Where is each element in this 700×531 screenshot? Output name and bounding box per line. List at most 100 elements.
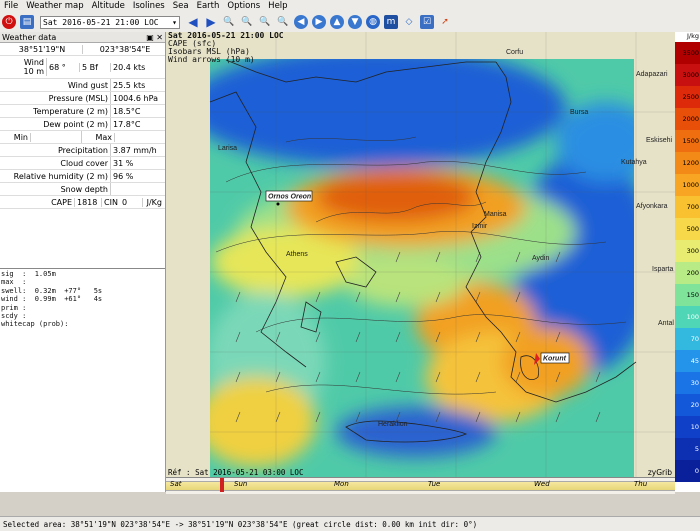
cape-value: 1818 [75, 197, 102, 207]
colorbar-segment: 100 [675, 306, 700, 328]
colorbar-label: 500 [686, 225, 699, 233]
colorbar-label: 70 [690, 335, 699, 343]
colorbar-segment: 5 [675, 438, 700, 460]
open-file-icon[interactable]: ▤ [20, 15, 34, 29]
colorbar-label: 2000 [682, 115, 699, 123]
colorbar-label: 1500 [682, 137, 699, 145]
map-canvas[interactable]: Ornos Oreon Korunt Corfu Larisa Athens M… [166, 32, 675, 492]
data-row: Precipitation 3.87 mm/h [0, 144, 165, 157]
menu-isolines[interactable]: Isolines [129, 1, 169, 11]
colorbar-label: 300 [686, 247, 699, 255]
cin-label: CIN [104, 197, 118, 207]
previous-step-icon[interactable]: ◀ [186, 15, 200, 29]
timeline-day: Sat [170, 480, 182, 488]
menu-earth[interactable]: Earth [193, 1, 224, 11]
colorbar-segment: 45 [675, 350, 700, 372]
status-text: Selected area: 38°51'19"N 023°38'54"E ->… [3, 519, 478, 529]
colorbar-segment: 1500 [675, 130, 700, 152]
zoom-out-icon[interactable]: 🔍 [240, 15, 254, 29]
wind-direction: 68 ° [47, 62, 80, 72]
menu-options[interactable]: Options [223, 1, 264, 11]
colorbar-label: 200 [686, 269, 699, 277]
close-icon[interactable]: ✕ [156, 33, 163, 42]
colorbar-segment: 3000 [675, 64, 700, 86]
wind-row: Wind 10 m 68 ° 5 Bf 20.4 kts [0, 56, 165, 79]
row-label: Relative humidity (2 m) [0, 170, 111, 182]
data-row: Relative humidity (2 m) 96 % [0, 170, 165, 183]
colorbar-segment: 10 [675, 416, 700, 438]
place-korunt: Korunt [543, 356, 567, 363]
max-label: Max [82, 132, 115, 142]
zoom-selection-icon[interactable]: 🔍 [258, 15, 272, 29]
zoom-in-icon[interactable]: 🔍 [222, 15, 236, 29]
chevron-down-icon: ▾ [172, 17, 177, 27]
colorbar-label: 700 [686, 203, 699, 211]
float-icon[interactable]: ▣ [146, 33, 154, 42]
colorbar-segment: 700 [675, 196, 700, 218]
panel-header: Weather data ▣ ✕ [0, 32, 165, 43]
place-corfu: Corfu [506, 49, 523, 56]
cape-row: CAPE 1818 CIN 0 J/Kg [0, 196, 165, 209]
date-select[interactable]: Sat 2016-05-21 21:00 LOC ▾ [40, 15, 180, 29]
row-value: 25.5 kts [113, 80, 146, 90]
pan-right-icon[interactable]: ▶ [312, 15, 326, 29]
menu-weather-map[interactable]: Weather map [22, 1, 87, 11]
zoom-all-icon[interactable]: 🔍 [276, 15, 290, 29]
menu-file[interactable]: File [0, 1, 22, 11]
menu-altitude[interactable]: Altitude [88, 1, 129, 11]
pan-down-icon[interactable]: ▼ [348, 15, 362, 29]
timeline-day: Mon [334, 480, 349, 488]
menu-sea[interactable]: Sea [169, 1, 193, 11]
colorbar-label: 0 [694, 467, 699, 475]
quit-icon[interactable]: ⏻ [2, 15, 16, 29]
pan-left-icon[interactable]: ◀ [294, 15, 308, 29]
selected-point-icon [276, 202, 280, 206]
metar-icon[interactable]: m [384, 15, 398, 29]
weather-map[interactable]: Ornos Oreon Korunt Corfu Larisa Athens M… [166, 32, 675, 492]
panel-title: Weather data [2, 32, 57, 42]
row-label: Wind gust [0, 79, 111, 91]
rocket-icon[interactable]: ➚ [438, 15, 452, 29]
download-icon[interactable]: ☑ [420, 15, 434, 29]
row-value: 17.8°C [113, 119, 141, 129]
colorbar-unit: J/kg [675, 32, 700, 42]
menu-help[interactable]: Help [264, 1, 291, 11]
row-label: Pressure (MSL) [0, 92, 111, 104]
menu-bar: File Weather map Altitude Isolines Sea E… [0, 0, 700, 12]
place-bursa: Bursa [570, 109, 588, 116]
colorbar-label: 30 [690, 379, 699, 387]
weather-data-panel: Weather data ▣ ✕ 38°51'19"N 023°38'54"E … [0, 32, 166, 492]
place-heraklion: Heraklion [378, 421, 408, 428]
status-bar: Selected area: 38°51'19"N 023°38'54"E ->… [0, 516, 700, 531]
min-value [31, 131, 82, 143]
place-adapazari: Adapazari [636, 71, 668, 78]
colorbar-segment: 3500 [675, 42, 700, 64]
colorbar-segment: 2000 [675, 108, 700, 130]
colorbar-label: 10 [690, 423, 699, 431]
next-step-icon[interactable]: ▶ [204, 15, 218, 29]
colorbar-segment: 1000 [675, 174, 700, 196]
timeline-day: Thu [634, 480, 648, 488]
colorbar-segment: 150 [675, 284, 700, 306]
timeline-slider[interactable]: Sat Sun Mon Tue Wed Thu [166, 477, 675, 494]
colorbar-scale: 3500 3000 2500 2000 1500 1200 1000 700 500 300 200… [675, 42, 700, 482]
panel-divider [0, 268, 165, 269]
colorbar-label: 100 [686, 313, 699, 321]
pan-up-icon[interactable]: ▲ [330, 15, 344, 29]
globe-icon[interactable]: ◍ [366, 15, 380, 29]
place-antalya: Antal [658, 320, 674, 327]
row-value: 18.5°C [113, 106, 141, 116]
colorbar-segment: 300 [675, 240, 700, 262]
map-title-line: Wind arrows (10 m) [168, 55, 255, 64]
wind-beaufort: 5 Bf [80, 62, 111, 72]
timeline-thumb[interactable] [220, 478, 224, 492]
place-kutahya: Kutahya [621, 159, 647, 166]
colorbar-segment: 500 [675, 218, 700, 240]
map-title: Sat 2016-05-21 21:00 LOC CAPE (sfc) Isob… [168, 32, 284, 64]
cape-unit: J/Kg [146, 197, 162, 207]
place-isparta: Isparta [652, 266, 674, 273]
min-label: Min [0, 132, 31, 142]
select-area-icon[interactable]: ◇ [402, 15, 416, 29]
place-aydin: Aydin [532, 255, 549, 262]
place-athens: Athens [286, 251, 308, 258]
